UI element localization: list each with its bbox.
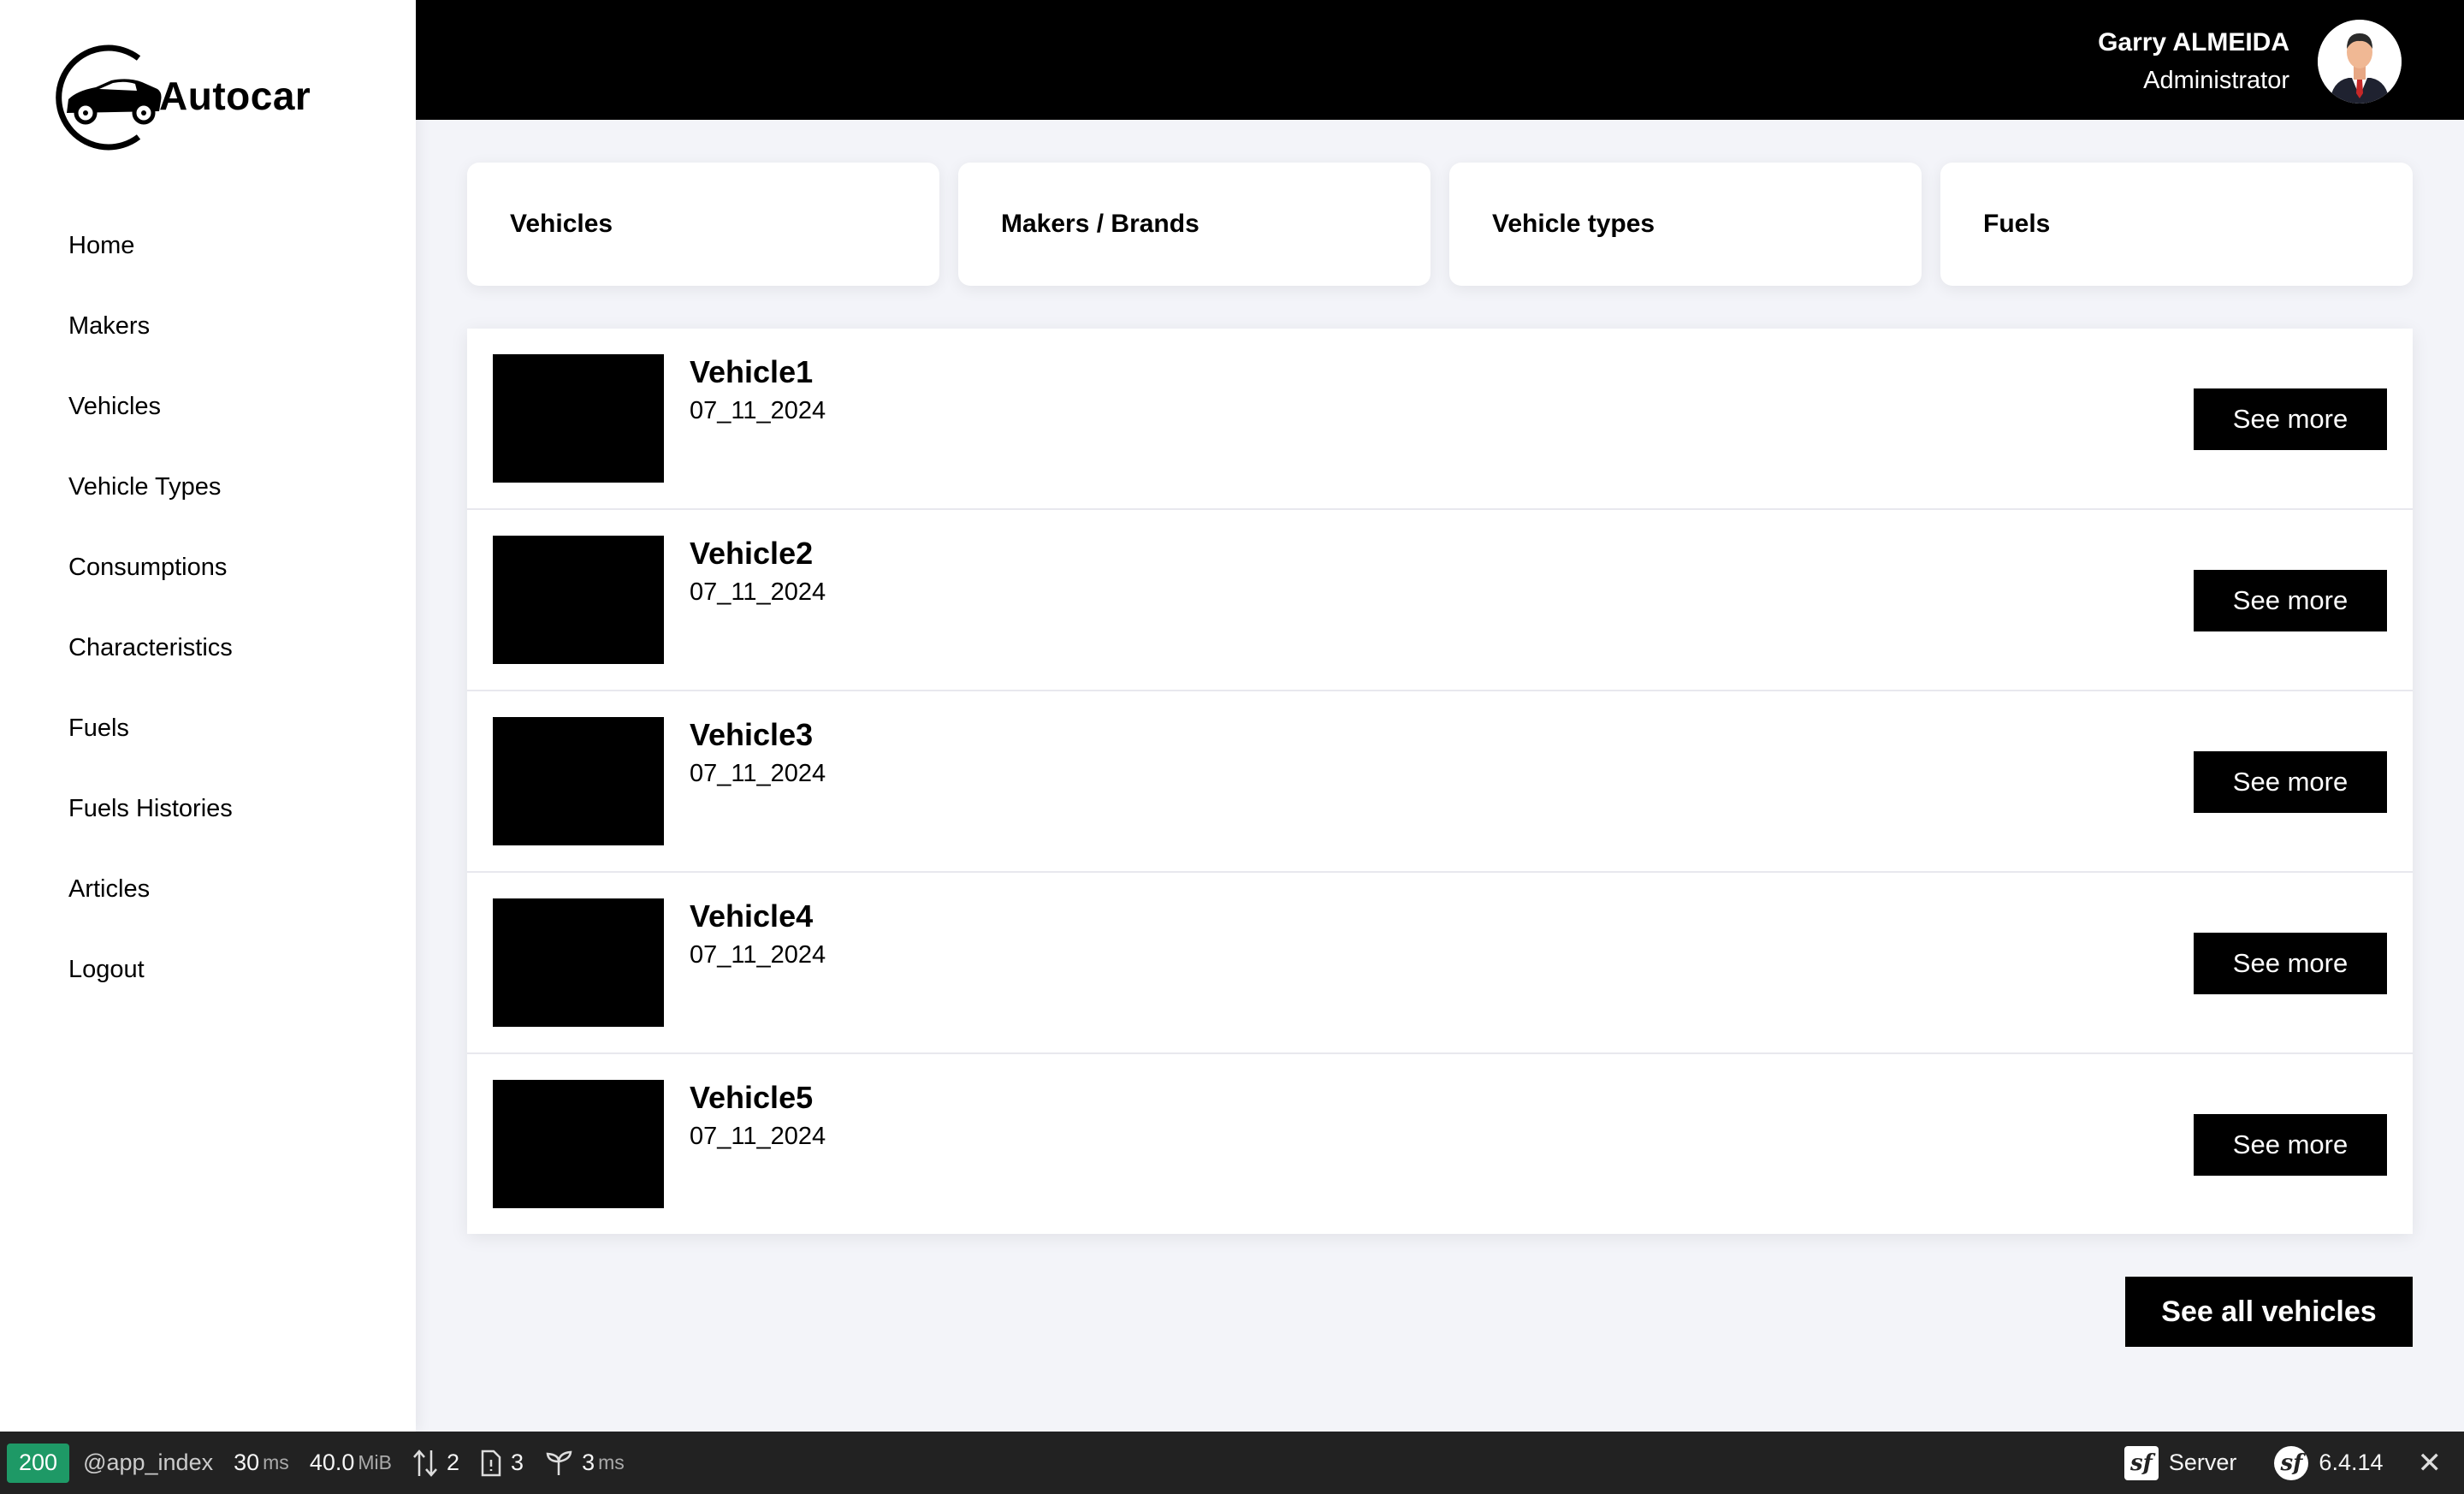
logs-count[interactable]: 3 [480,1450,524,1477]
status-badge[interactable]: 200 [7,1443,70,1483]
vehicle-date: 07_11_2024 [690,578,826,606]
vehicle-date: 07_11_2024 [690,760,826,787]
sidebar-nav: Home Makers Vehicles Vehicle Types Consu… [0,205,416,1010]
sidebar: Autocar Home Makers Vehicles Vehicle Typ… [0,0,416,1432]
request-time-value: 30 [234,1450,260,1475]
route-name[interactable]: @app_index [83,1450,213,1476]
see-all-vehicles-button[interactable]: See all vehicles [2125,1277,2413,1347]
category-tiles: Vehicles Makers / Brands Vehicle types F… [467,163,2413,286]
vehicle-name: Vehicle5 [690,1080,814,1115]
twig-time-unit: ms [598,1451,625,1473]
sidebar-item-consumptions[interactable]: Consumptions [0,527,416,608]
list-item: Vehicle3 07_11_2024 See more [467,691,2413,873]
twig-time[interactable]: 3 ms [544,1450,625,1477]
car-logo-icon [43,44,164,151]
vehicle-name: Vehicle1 [690,354,814,389]
vehicle-thumbnail [493,354,664,483]
request-time[interactable]: 30 ms [234,1450,289,1476]
twig-branch-icon [544,1450,573,1477]
sidebar-item-fuels-histories[interactable]: Fuels Histories [0,768,416,849]
see-more-button[interactable]: See more [2194,388,2387,450]
list-item: Vehicle4 07_11_2024 See more [467,873,2413,1054]
brand-name: Autocar [159,74,311,118]
vehicle-thumbnail [493,1080,664,1208]
memory-unit: MiB [358,1451,392,1473]
sidebar-item-vehicle-types[interactable]: Vehicle Types [0,447,416,527]
list-item: Vehicle5 07_11_2024 See more [467,1054,2413,1234]
sidebar-item-articles[interactable]: Articles [0,849,416,929]
debug-toolbar: 200 @app_index 30 ms 40.0 MiB 2 3 3 ms s… [0,1432,2464,1494]
memory-usage[interactable]: 40.0 MiB [310,1450,392,1476]
vehicle-thumbnail [493,536,664,664]
version-value: 6.4.14 [2319,1450,2384,1475]
tile-vehicle-types[interactable]: Vehicle types [1449,163,1922,286]
vehicle-date: 07_11_2024 [690,941,826,969]
tile-fuels[interactable]: Fuels [1940,163,2413,286]
symfony-logo-icon: sf [2274,1445,2309,1480]
avatar[interactable] [2315,17,2404,106]
logs-value: 3 [511,1450,524,1475]
sidebar-item-characteristics[interactable]: Characteristics [0,608,416,688]
arrows-updown-icon [412,1449,438,1478]
vehicle-date: 07_11_2024 [690,397,826,424]
vehicle-name: Vehicle2 [690,536,814,571]
vehicle-thumbnail [493,898,664,1027]
vehicle-name: Vehicle4 [690,898,814,934]
tile-vehicles[interactable]: Vehicles [467,163,939,286]
requests-count[interactable]: 2 [412,1449,459,1478]
sidebar-item-vehicles[interactable]: Vehicles [0,366,416,447]
see-more-button[interactable]: See more [2194,751,2387,813]
server-label: Server [2168,1450,2237,1475]
sidebar-item-logout[interactable]: Logout [0,929,416,1010]
symfony-version[interactable]: sf 6.4.14 [2274,1445,2384,1480]
sidebar-item-home[interactable]: Home [0,205,416,286]
see-more-button[interactable]: See more [2194,933,2387,994]
vehicle-name: Vehicle3 [690,717,814,752]
close-icon[interactable]: ✕ [2418,1446,2443,1480]
vehicle-list: Vehicle1 07_11_2024 See more Vehicle2 07… [467,329,2413,1234]
log-file-icon [480,1450,502,1477]
see-more-button[interactable]: See more [2194,1114,2387,1176]
memory-value: 40.0 [309,1450,355,1475]
user-profile[interactable]: Garry ALMEIDA Administrator [2098,17,2404,106]
server-info[interactable]: sf Server [2123,1445,2237,1480]
twig-time-value: 3 [582,1450,595,1475]
vehicle-date: 07_11_2024 [690,1123,826,1150]
requests-value: 2 [447,1450,460,1475]
debug-toolbar-left: 200 @app_index 30 ms 40.0 MiB 2 3 3 ms [0,1432,625,1494]
sidebar-item-fuels[interactable]: Fuels [0,688,416,768]
see-more-button[interactable]: See more [2194,570,2387,631]
brand-logo[interactable]: Autocar [43,44,311,151]
user-info: Garry ALMEIDA Administrator [2098,24,2289,99]
user-role: Administrator [2143,67,2289,94]
tile-makers-brands[interactable]: Makers / Brands [958,163,1430,286]
vehicle-thumbnail [493,717,664,845]
sidebar-item-makers[interactable]: Makers [0,286,416,366]
list-item: Vehicle1 07_11_2024 See more [467,329,2413,510]
debug-toolbar-right: sf Server sf 6.4.14 ✕ [2104,1432,2464,1494]
list-item: Vehicle2 07_11_2024 See more [467,510,2413,691]
symfony-server-icon: sf [2123,1445,2159,1480]
request-time-unit: ms [263,1451,289,1473]
top-header: Garry ALMEIDA Administrator [416,0,2464,120]
user-name: Garry ALMEIDA [2098,28,2289,56]
